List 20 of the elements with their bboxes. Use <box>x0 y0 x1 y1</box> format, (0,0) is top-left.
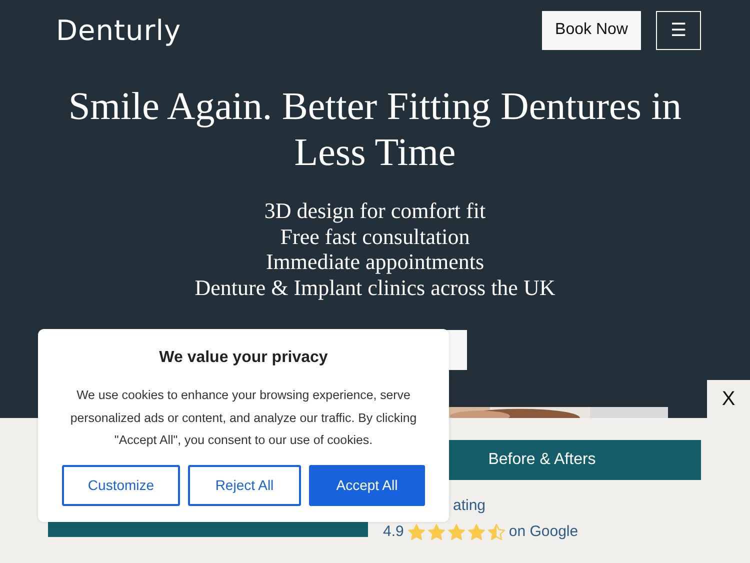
rating-label: ating <box>453 497 487 514</box>
hero-feature: Immediate appointments <box>264 249 486 274</box>
dialog-title: We value your privacy <box>158 349 329 367</box>
hero-feature: 3D design for comfort fit <box>263 198 487 224</box>
hero-feature: Denture & Implant clinics across the UK <box>194 274 556 300</box>
rating-source: on Google <box>508 523 578 540</box>
hero-title: Smile Again. Better Fitting Dentures in Less Time <box>67 84 683 176</box>
cookie-button[interactable]: Reject All <box>188 464 301 506</box>
star-icon <box>448 524 465 540</box>
star-icon <box>408 524 425 540</box>
logo[interactable]: Denturly <box>56 14 182 46</box>
rating-value: 4.9 <box>383 523 404 540</box>
menu-button[interactable]: ☰ <box>656 10 701 50</box>
star-icon <box>468 524 485 540</box>
accept-button[interactable]: Accept All <box>309 464 425 506</box>
half-star-icon <box>488 524 505 540</box>
hero-feature: Free fast consultation <box>279 224 471 249</box>
cookie-button[interactable]: Customize <box>62 464 180 506</box>
close-button[interactable]: X <box>707 380 750 418</box>
book-now-button[interactable]: Book Now <box>542 10 641 50</box>
